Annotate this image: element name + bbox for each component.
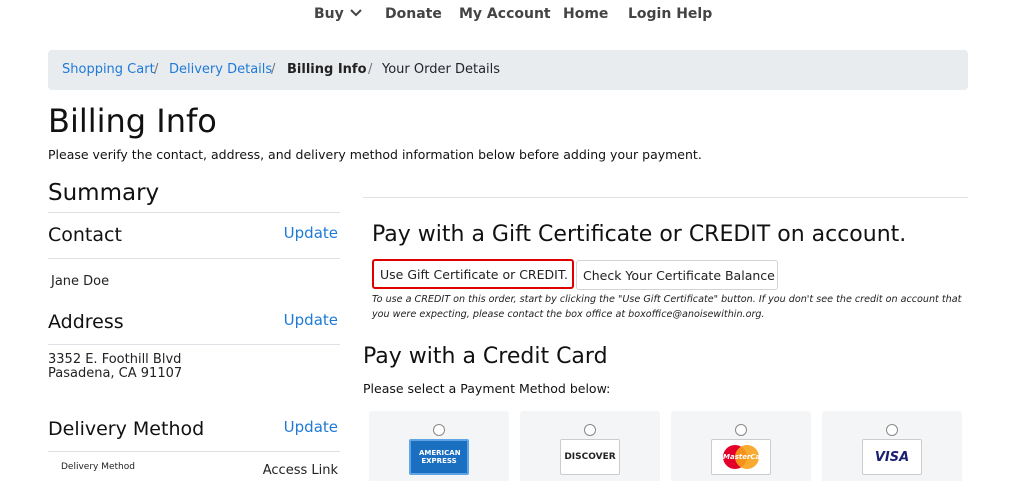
discover-logo-text: DISCOVER xyxy=(564,452,616,462)
breadcrumb-separator: / xyxy=(271,62,276,77)
nav-buy-label: Buy xyxy=(314,6,344,22)
delivery-method-title: Delivery Method xyxy=(48,418,205,440)
divider xyxy=(363,197,968,198)
nav-login-help[interactable]: Login Help xyxy=(628,6,712,22)
page-title: Billing Info xyxy=(48,102,217,140)
update-contact-link[interactable]: Update xyxy=(284,224,338,242)
breadcrumb-billing-info: Billing Info xyxy=(287,62,367,77)
credit-card-heading: Pay with a Credit Card xyxy=(363,344,608,369)
summary-title: Summary xyxy=(48,180,160,206)
visa-logo-icon: VISA xyxy=(862,439,922,475)
visa-radio[interactable] xyxy=(886,424,898,436)
contact-title: Contact xyxy=(48,224,122,246)
amex-radio[interactable] xyxy=(433,424,445,436)
divider xyxy=(48,451,340,452)
nav-home[interactable]: Home xyxy=(563,6,608,22)
breadcrumb-delivery-details[interactable]: Delivery Details xyxy=(169,62,272,77)
mastercard-logo-icon: MasterCard xyxy=(711,439,771,475)
delivery-method-label: Delivery Method xyxy=(61,462,135,472)
payment-option-mastercard[interactable]: MasterCard xyxy=(671,411,811,481)
payment-method-instruction: Please select a Payment Method below: xyxy=(363,381,611,396)
mastercard-radio[interactable] xyxy=(735,424,747,436)
payment-option-discover[interactable]: DISCOVER xyxy=(520,411,660,481)
divider xyxy=(48,212,340,213)
address-title: Address xyxy=(48,311,124,333)
page-intro: Please verify the contact, address, and … xyxy=(48,147,702,162)
breadcrumb: Shopping Cart / Delivery Details / Billi… xyxy=(48,50,968,90)
use-gift-certificate-button[interactable]: Use Gift Certificate or CREDIT. xyxy=(372,259,574,289)
update-delivery-link[interactable]: Update xyxy=(284,418,338,436)
payment-option-amex[interactable]: AMERICAN EXPRESS xyxy=(369,411,509,481)
address-line2: Pasadena, CA 91107 xyxy=(48,366,183,381)
mastercard-circles: MasterCard xyxy=(723,445,769,469)
check-balance-button[interactable]: Check Your Certificate Balance xyxy=(576,260,778,290)
amex-logo-text: AMERICAN EXPRESS xyxy=(419,449,461,465)
top-nav: Buy Donate My Account Home Login Help xyxy=(0,0,1024,30)
mastercard-logo-text: MasterCard xyxy=(723,453,769,461)
breadcrumb-separator: / xyxy=(368,62,373,77)
nav-donate[interactable]: Donate xyxy=(385,6,442,22)
update-address-link[interactable]: Update xyxy=(284,311,338,329)
divider xyxy=(48,258,340,259)
discover-logo-icon: DISCOVER xyxy=(560,439,620,475)
nav-buy[interactable]: Buy xyxy=(314,6,362,22)
address-line1: 3352 E. Foothill Blvd xyxy=(48,352,182,367)
visa-logo-text: VISA xyxy=(874,449,910,465)
gift-certificate-heading: Pay with a Gift Certificate or CREDIT on… xyxy=(372,222,907,247)
nav-my-account[interactable]: My Account xyxy=(459,6,551,22)
amex-logo-icon: AMERICAN EXPRESS xyxy=(409,439,469,475)
contact-name: Jane Doe xyxy=(51,274,110,289)
breadcrumb-shopping-cart[interactable]: Shopping Cart xyxy=(62,62,155,77)
divider xyxy=(48,344,340,345)
payment-option-visa[interactable]: VISA xyxy=(822,411,962,481)
gift-certificate-note: To use a CREDIT on this order, start by … xyxy=(372,294,962,320)
discover-radio[interactable] xyxy=(584,424,596,436)
breadcrumb-your-order-details: Your Order Details xyxy=(382,62,501,77)
breadcrumb-separator: / xyxy=(154,62,159,77)
chevron-down-icon xyxy=(350,5,362,21)
delivery-method-value: Access Link xyxy=(262,463,338,478)
